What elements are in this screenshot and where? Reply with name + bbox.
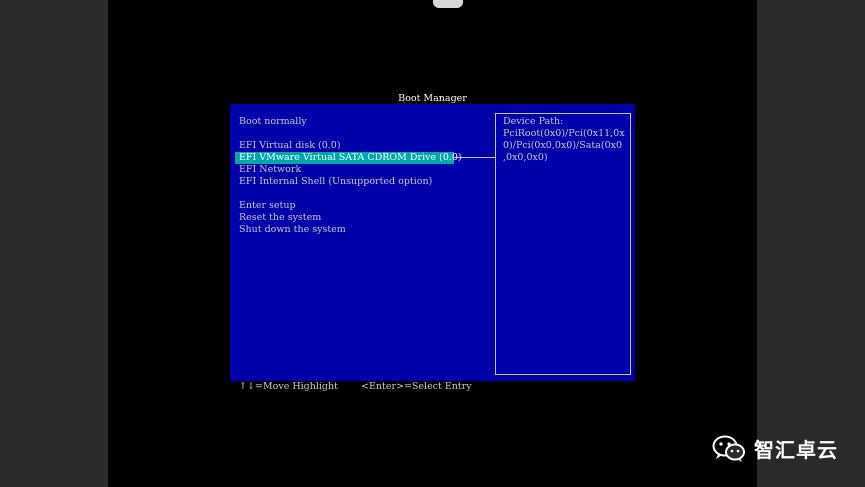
menu-item-enter-setup[interactable]: Enter setup — [237, 200, 454, 212]
menu-item-boot-normally[interactable]: Boot normally — [237, 116, 454, 128]
help-line: PciRoot(0x0)/Pci(0x11,0x — [503, 128, 625, 139]
help-line: 0)/Pci(0x0,0x0)/Sata(0x0 — [503, 140, 623, 151]
menu-item-reset-system[interactable]: Reset the system — [237, 212, 454, 224]
menu-item-efi-virtual-disk[interactable]: EFI Virtual disk (0.0) — [237, 140, 454, 152]
footer-select-hint: <Enter>=Select Entry — [361, 381, 472, 392]
menu-item-shut-down[interactable]: Shut down the system — [237, 224, 454, 236]
page: Boot Manager Boot normally EFI Virtual d… — [0, 0, 865, 487]
menu-item-efi-internal-shell[interactable]: EFI Internal Shell (Unsupported option) — [237, 176, 454, 188]
footer-move-hint: ↑↓=Move Highlight — [239, 381, 338, 392]
help-line: ,0x0,0x0) — [503, 152, 548, 163]
watermark-text: 智汇卓云 — [754, 438, 838, 462]
menu-item-efi-network[interactable]: EFI Network — [237, 164, 454, 176]
menu-item-efi-cdrom-drive[interactable]: EFI VMware Virtual SATA CDROM Drive (0.0… — [235, 152, 462, 164]
device-path-help: Device Path: PciRoot(0x0)/Pci(0x11,0x 0)… — [503, 116, 629, 164]
help-line: Device Path: — [503, 116, 564, 127]
boot-menu: Boot normally EFI Virtual disk (0.0) EFI… — [235, 116, 462, 236]
help-connector-line — [453, 157, 496, 158]
watermark: 智汇卓云 — [712, 434, 838, 463]
vm-toolbar-tab[interactable] — [433, 0, 463, 8]
wechat-icon — [712, 435, 745, 462]
